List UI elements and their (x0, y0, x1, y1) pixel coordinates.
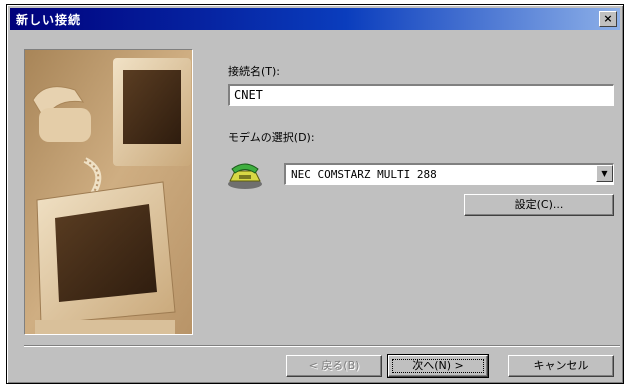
close-icon: × (603, 12, 613, 25)
footer-separator (24, 345, 620, 347)
back-button[interactable]: < 戻る(B) (286, 355, 382, 377)
next-button[interactable]: 次へ(N) > (387, 354, 489, 378)
next-button-label: 次へ(N) > (412, 359, 464, 372)
connection-name-label: 接続名(T): (228, 65, 281, 78)
cancel-button-label: キャンセル (533, 359, 589, 372)
modem-phone-icon (225, 157, 265, 191)
modem-select-label: モデムの選択(D): (228, 131, 315, 144)
modem-select-value: NEC COMSTARZ MULTI 288 (291, 168, 437, 181)
computer-illustration-image (25, 50, 192, 334)
close-button[interactable]: × (599, 11, 617, 27)
configure-button[interactable]: 設定(C)... (464, 194, 614, 216)
window-title: 新しい接続 (16, 13, 82, 27)
title-bar[interactable]: 新しい接続 × (10, 8, 620, 30)
modem-select-dropdown-button[interactable]: ▼ (596, 165, 613, 182)
back-button-label: < 戻る(B) (308, 359, 360, 372)
modem-select[interactable]: NEC COMSTARZ MULTI 288 ▼ (284, 163, 614, 185)
connection-name-input[interactable]: CNET (228, 84, 614, 106)
computer-illustration (24, 49, 193, 335)
configure-button-label: 設定(C)... (514, 198, 564, 211)
new-connection-dialog: 新しい接続 × 接続名(T): CNET モデムの選択(D): NEC COMS… (6, 4, 624, 384)
chevron-down-icon: ▼ (601, 169, 608, 178)
cancel-button[interactable]: キャンセル (508, 355, 614, 377)
